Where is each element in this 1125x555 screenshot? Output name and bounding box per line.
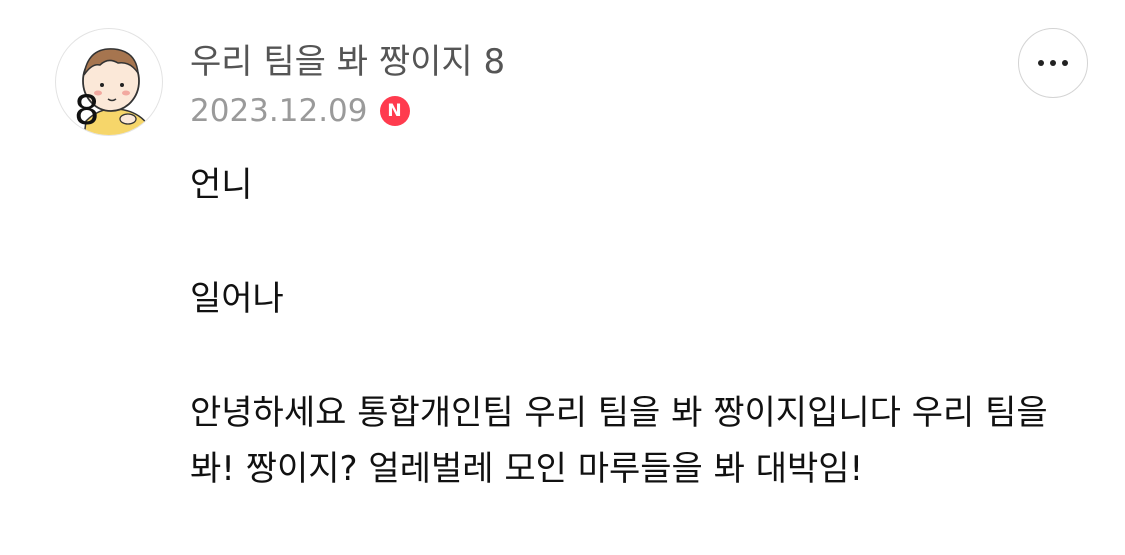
comment-paragraph: 언니 [190, 165, 253, 205]
comment-item: 8 우리 팀을 봐 짱이지 8 2023.12.09 N 언니 일어나 안녕하세… [0, 0, 1125, 555]
avatar-illustration: 8 [74, 48, 149, 135]
comment-meta: 2023.12.09 N [190, 90, 410, 132]
new-badge: N [379, 96, 410, 126]
more-horizontal-icon-dot [1050, 60, 1056, 66]
more-options-button[interactable] [1018, 28, 1088, 98]
comment-date: 2023.12.09 [190, 93, 368, 129]
more-horizontal-icon-dot [1062, 60, 1068, 66]
more-horizontal-icon-dot [1038, 60, 1044, 66]
author-avatar[interactable]: 8 [55, 28, 163, 136]
avatar-number-label: 8 [74, 88, 99, 134]
author-name[interactable]: 우리 팀을 봐 짱이지 8 [190, 40, 505, 84]
comment-paragraph: 안녕하세요 통합개인팀 우리 팀을 봐 짱이지입니다 우리 팀을 봐! 짱이지?… [190, 393, 1048, 489]
comment-paragraph: 일어나 [190, 279, 284, 319]
comment-body: 언니 일어나 안녕하세요 통합개인팀 우리 팀을 봐 짱이지입니다 우리 팀을 … [190, 157, 1070, 497]
